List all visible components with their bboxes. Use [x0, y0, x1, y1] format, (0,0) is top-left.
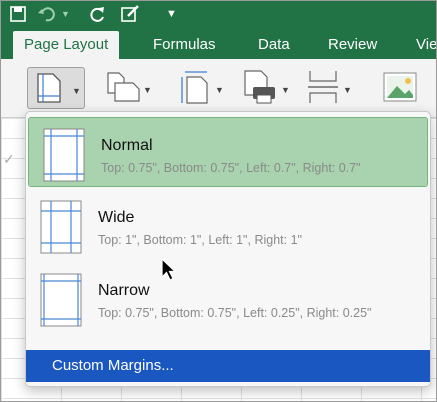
- size-button[interactable]: ▼: [177, 67, 227, 107]
- chevron-down-icon: ▼: [343, 85, 352, 95]
- menu-item-title: Normal: [101, 137, 153, 154]
- menu-item-normal[interactable]: Normal Top: 0.75", Bottom: 0.75", Left: …: [28, 117, 428, 187]
- checkmark-icon: ✓: [3, 151, 15, 167]
- chevron-down-icon: ▼: [143, 85, 152, 95]
- undo-icon[interactable]: [37, 5, 57, 23]
- background-button[interactable]: [381, 67, 421, 107]
- menu-item-narrow[interactable]: Narrow Top: 0.75", Bottom: 0.75", Left: …: [26, 263, 430, 333]
- breaks-icon: [308, 71, 338, 103]
- print-area-button[interactable]: ▼: [239, 67, 293, 107]
- margins-icon: [37, 73, 61, 103]
- menu-item-title: Wide: [98, 209, 135, 226]
- size-icon: [181, 71, 208, 104]
- undo-dropdown-icon[interactable]: ▼: [61, 5, 70, 23]
- page-margins-icon: [43, 128, 85, 182]
- custom-margins-label: Custom Margins...: [52, 357, 174, 374]
- tab-data[interactable]: Data: [258, 35, 290, 55]
- menu-item-wide[interactable]: Wide Top: 1", Bottom: 1", Left: 1", Righ…: [26, 190, 430, 260]
- margins-button[interactable]: ▼: [27, 67, 85, 109]
- orientation-icon: [107, 72, 140, 102]
- orientation-button[interactable]: ▼: [103, 67, 153, 107]
- print-area-icon: [244, 70, 275, 104]
- background-icon: [383, 72, 417, 102]
- tab-formulas[interactable]: Formulas: [153, 35, 216, 55]
- menu-item-description: Top: 0.75", Bottom: 0.75", Left: 0.7", R…: [101, 161, 361, 175]
- menu-item-description: Top: 1", Bottom: 1", Left: 1", Right: 1": [98, 233, 302, 247]
- menu-item-title: Narrow: [98, 282, 150, 299]
- save-icon[interactable]: [9, 5, 27, 23]
- ribbon-body: ▼ ▼ ▼ ▼ ▼: [1, 59, 436, 118]
- edit-icon[interactable]: [121, 5, 141, 23]
- margins-dropdown-menu: Normal Top: 0.75", Bottom: 0.75", Left: …: [25, 111, 431, 387]
- page-margins-icon: [40, 200, 82, 254]
- excel-window: ▼ ▼ Page Layout Formulas Data Review Vie…: [0, 0, 437, 402]
- ribbon-tabs: Page Layout Formulas Data Review Vie: [1, 29, 436, 59]
- chevron-down-icon: ▼: [215, 85, 224, 95]
- page-margins-icon: [40, 273, 82, 327]
- quick-access-toolbar: ▼ ▼: [1, 1, 436, 29]
- custom-margins-button[interactable]: Custom Margins...: [26, 350, 430, 382]
- tab-view[interactable]: Vie: [416, 35, 436, 55]
- chevron-down-icon: ▼: [72, 86, 81, 96]
- breaks-button[interactable]: ▼: [305, 67, 355, 107]
- customize-icon[interactable]: ▼: [166, 5, 177, 23]
- chevron-down-icon: ▼: [281, 85, 290, 95]
- redo-icon[interactable]: [89, 5, 107, 23]
- tab-page-layout[interactable]: Page Layout: [13, 31, 120, 59]
- menu-item-description: Top: 0.75", Bottom: 0.75", Left: 0.25", …: [98, 306, 372, 320]
- tab-review[interactable]: Review: [328, 35, 377, 55]
- mouse-cursor-icon: [161, 258, 177, 281]
